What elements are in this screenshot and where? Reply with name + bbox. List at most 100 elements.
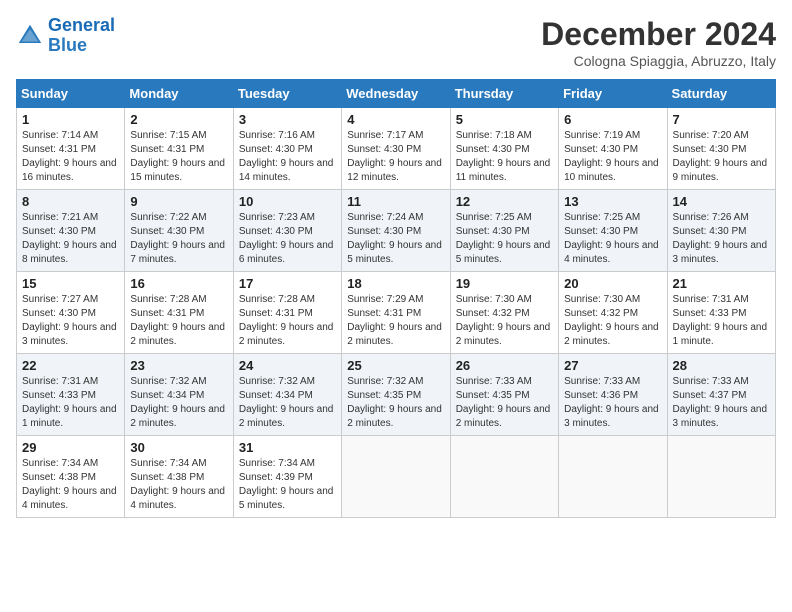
day-number: 2 [130,112,227,127]
day-info: Sunrise: 7:28 AMSunset: 4:31 PMDaylight:… [130,293,227,349]
day-cell: 7 Sunrise: 7:20 AMSunset: 4:30 PMDaylight… [667,108,775,190]
calendar-table: SundayMondayTuesdayWednesdayThursdayFrid… [16,79,776,518]
day-number: 25 [347,358,444,373]
week-row-2: 8Sunrise: 7:21 AMSunset: 4:30 PMDaylight… [17,190,776,272]
day-info: Sunrise: 7:32 AMSunset: 4:35 PMDaylight:… [347,375,444,431]
day-info: Sunrise: 7:23 AMSunset: 4:30 PMDaylight:… [239,211,336,267]
logo: General Blue [16,16,115,56]
day-info: Sunrise: 7:33 AMSunset: 4:37 PMDaylight:… [673,375,770,431]
header-row: SundayMondayTuesdayWednesdayThursdayFrid… [17,80,776,108]
day-number: 7 [673,112,770,127]
day-number: 6 [564,112,661,127]
day-info: Sunrise: 7:26 AMSunset: 4:30 PMDaylight:… [673,211,770,267]
day-cell: 2 Sunrise: 7:15 AMSunset: 4:31 PMDaylight… [125,108,233,190]
day-cell: 20Sunrise: 7:30 AMSunset: 4:32 PMDayligh… [559,272,667,354]
day-cell: 22 Sunrise: 7:31 AMSunset: 4:33 PMDayligh… [17,354,125,436]
day-info: Sunrise: 7:15 AMSunset: 4:31 PMDaylight:… [130,129,227,185]
day-info: Sunrise: 7:29 AMSunset: 4:31 PMDaylight:… [347,293,444,349]
day-info: Sunrise: 7:31 AMSunset: 4:33 PMDaylight:… [22,375,119,431]
day-info: Sunrise: 7:30 AMSunset: 4:32 PMDaylight:… [456,293,553,349]
day-info: Sunrise: 7:17 AMSunset: 4:30 PMDaylight:… [347,129,444,185]
day-info: Sunrise: 7:20 AMSunset: 4:30 PMDaylight:… [673,129,770,185]
day-info: Sunrise: 7:21 AMSunset: 4:30 PMDaylight:… [22,211,119,267]
day-cell: 9 Sunrise: 7:22 AMSunset: 4:30 PMDaylight… [125,190,233,272]
day-cell: 27 Sunrise: 7:33 AMSunset: 4:36 PMDayligh… [559,354,667,436]
day-number: 1 [22,112,119,127]
day-info: Sunrise: 7:24 AMSunset: 4:30 PMDaylight:… [347,211,444,267]
day-cell: 29Sunrise: 7:34 AMSunset: 4:38 PMDayligh… [17,436,125,518]
day-info: Sunrise: 7:22 AMSunset: 4:30 PMDaylight:… [130,211,227,267]
title-block: December 2024 Cologna Spiaggia, Abruzzo,… [541,16,776,69]
day-info: Sunrise: 7:34 AMSunset: 4:38 PMDaylight:… [130,457,227,513]
day-cell: 24Sunrise: 7:32 AMSunset: 4:34 PMDayligh… [233,354,341,436]
day-info: Sunrise: 7:31 AMSunset: 4:33 PMDaylight:… [673,293,770,349]
day-info: Sunrise: 7:34 AMSunset: 4:38 PMDaylight:… [22,457,119,513]
day-info: Sunrise: 7:34 AMSunset: 4:39 PMDaylight:… [239,457,336,513]
day-number: 16 [130,276,227,291]
day-number: 31 [239,440,336,455]
header-tuesday: Tuesday [233,80,341,108]
day-cell: 21Sunrise: 7:31 AMSunset: 4:33 PMDayligh… [667,272,775,354]
day-cell: 23 Sunrise: 7:32 AMSunset: 4:34 PMDayligh… [125,354,233,436]
day-number: 18 [347,276,444,291]
day-number: 12 [456,194,553,209]
day-number: 22 [22,358,119,373]
day-number: 23 [130,358,227,373]
day-info: Sunrise: 7:19 AMSunset: 4:30 PMDaylight:… [564,129,661,185]
day-number: 15 [22,276,119,291]
day-cell [450,436,558,518]
day-cell: 11 Sunrise: 7:24 AMSunset: 4:30 PMDayligh… [342,190,450,272]
day-cell: 26Sunrise: 7:33 AMSunset: 4:35 PMDayligh… [450,354,558,436]
day-info: Sunrise: 7:32 AMSunset: 4:34 PMDaylight:… [239,375,336,431]
day-cell: 19Sunrise: 7:30 AMSunset: 4:32 PMDayligh… [450,272,558,354]
day-number: 28 [673,358,770,373]
day-info: Sunrise: 7:25 AMSunset: 4:30 PMDaylight:… [564,211,661,267]
day-cell: 14 Sunrise: 7:26 AMSunset: 4:30 PMDayligh… [667,190,775,272]
location: Cologna Spiaggia, Abruzzo, Italy [541,53,776,69]
week-row-5: 29Sunrise: 7:34 AMSunset: 4:38 PMDayligh… [17,436,776,518]
day-cell: 16 Sunrise: 7:28 AMSunset: 4:31 PMDayligh… [125,272,233,354]
day-info: Sunrise: 7:27 AMSunset: 4:30 PMDaylight:… [22,293,119,349]
week-row-4: 22 Sunrise: 7:31 AMSunset: 4:33 PMDayligh… [17,354,776,436]
day-cell: 25 Sunrise: 7:32 AMSunset: 4:35 PMDayligh… [342,354,450,436]
day-number: 26 [456,358,553,373]
day-cell: 15 Sunrise: 7:27 AMSunset: 4:30 PMDayligh… [17,272,125,354]
day-cell: 4 Sunrise: 7:17 AMSunset: 4:30 PMDaylight… [342,108,450,190]
day-info: Sunrise: 7:25 AMSunset: 4:30 PMDaylight:… [456,211,553,267]
day-cell: 3Sunrise: 7:16 AMSunset: 4:30 PMDaylight… [233,108,341,190]
page-header: General Blue December 2024 Cologna Spiag… [16,16,776,69]
day-cell: 17Sunrise: 7:28 AMSunset: 4:31 PMDayligh… [233,272,341,354]
day-cell: 13Sunrise: 7:25 AMSunset: 4:30 PMDayligh… [559,190,667,272]
logo-icon [16,22,44,50]
day-number: 11 [347,194,444,209]
day-info: Sunrise: 7:32 AMSunset: 4:34 PMDaylight:… [130,375,227,431]
logo-line2: Blue [48,35,87,55]
day-cell [667,436,775,518]
day-number: 5 [456,112,553,127]
day-info: Sunrise: 7:30 AMSunset: 4:32 PMDaylight:… [564,293,661,349]
day-cell: 31 Sunrise: 7:34 AMSunset: 4:39 PMDayligh… [233,436,341,518]
day-cell [342,436,450,518]
header-thursday: Thursday [450,80,558,108]
day-cell: 6 Sunrise: 7:19 AMSunset: 4:30 PMDaylight… [559,108,667,190]
day-number: 30 [130,440,227,455]
header-saturday: Saturday [667,80,775,108]
header-wednesday: Wednesday [342,80,450,108]
day-cell: 12 Sunrise: 7:25 AMSunset: 4:30 PMDayligh… [450,190,558,272]
day-number: 9 [130,194,227,209]
day-cell: 8Sunrise: 7:21 AMSunset: 4:30 PMDaylight… [17,190,125,272]
day-number: 27 [564,358,661,373]
day-cell: 10 Sunrise: 7:23 AMSunset: 4:30 PMDayligh… [233,190,341,272]
week-row-3: 15 Sunrise: 7:27 AMSunset: 4:30 PMDayligh… [17,272,776,354]
day-cell: 5Sunrise: 7:18 AMSunset: 4:30 PMDaylight… [450,108,558,190]
day-number: 4 [347,112,444,127]
month-title: December 2024 [541,16,776,53]
day-cell [559,436,667,518]
day-info: Sunrise: 7:33 AMSunset: 4:36 PMDaylight:… [564,375,661,431]
day-info: Sunrise: 7:28 AMSunset: 4:31 PMDaylight:… [239,293,336,349]
week-row-1: 1 Sunrise: 7:14 AMSunset: 4:31 PMDaylight… [17,108,776,190]
day-number: 14 [673,194,770,209]
day-info: Sunrise: 7:14 AMSunset: 4:31 PMDaylight:… [22,129,119,185]
header-monday: Monday [125,80,233,108]
day-number: 10 [239,194,336,209]
